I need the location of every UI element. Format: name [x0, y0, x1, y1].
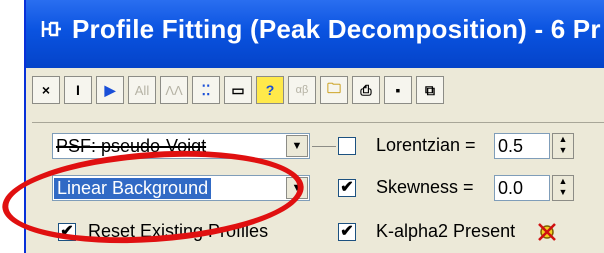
open-folder-icon[interactable]: 🗀	[320, 76, 348, 104]
spin-arrows-icon[interactable]: ▲ ▼	[552, 133, 574, 159]
lorentzian-label: Lorentzian =	[376, 135, 476, 155]
kalpha-checkbox[interactable]: ✔	[338, 223, 356, 241]
text-cursor-icon[interactable]: I	[64, 76, 92, 104]
lorentzian-spinner[interactable]: 0.5 ▲ ▼	[494, 133, 578, 159]
connector-line	[312, 146, 336, 147]
chevron-down-icon[interactable]: ▼	[286, 135, 308, 157]
title-bar[interactable]: Profile Fitting (Peak Decomposition) - 6…	[26, 0, 604, 68]
close-icon[interactable]: ×	[32, 76, 60, 104]
window-title: Profile Fitting (Peak Decomposition) - 6…	[72, 14, 601, 44]
all-button[interactable]: All	[128, 76, 156, 104]
save-icon[interactable]: ▪	[384, 76, 412, 104]
lorentzian-field[interactable]: 0.5	[494, 133, 550, 159]
print-icon[interactable]: ⎙	[352, 76, 380, 104]
alpha-beta-icon[interactable]: αβ	[288, 76, 316, 104]
skewness-checkbox[interactable]: ✔	[338, 179, 356, 197]
skewness-field[interactable]: 0.0	[494, 175, 550, 201]
expand-icon[interactable]: ⁚⁚	[192, 76, 220, 104]
skewness-spinner[interactable]: 0.0 ▲ ▼	[494, 175, 578, 201]
panel-icon[interactable]: ▭	[224, 76, 252, 104]
copy-icon[interactable]: ⧉	[416, 76, 444, 104]
skewness-label: Skewness =	[376, 177, 474, 197]
peaks-icon[interactable]: ΛΛ	[160, 76, 188, 104]
app-icon	[41, 21, 61, 37]
kalpha-toggle-icon[interactable]	[536, 221, 558, 243]
lorentzian-checkbox[interactable]	[338, 137, 356, 155]
help-icon[interactable]: ?	[256, 76, 284, 104]
play-icon[interactable]: ▶	[96, 76, 124, 104]
spin-arrows-icon[interactable]: ▲ ▼	[552, 175, 574, 201]
kalpha-label: K-alpha2 Present	[376, 221, 516, 241]
